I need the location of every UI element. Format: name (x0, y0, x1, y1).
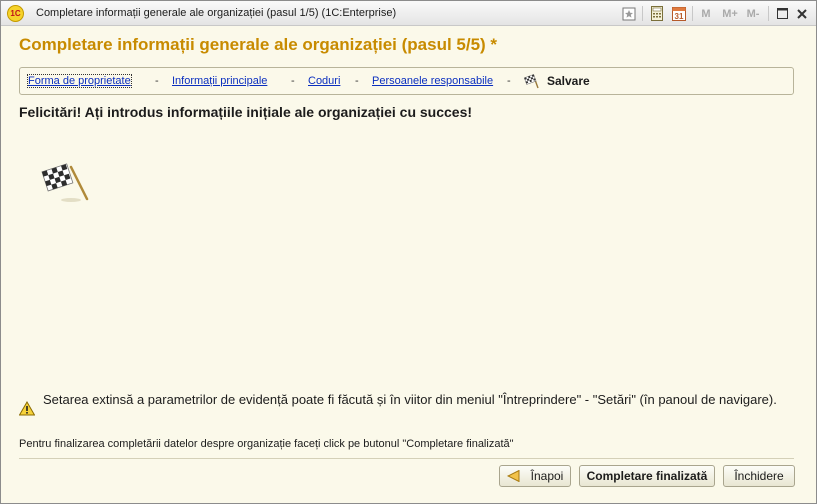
finish-button-label: Completare finalizată (586, 469, 708, 483)
step-link-responsible-persons[interactable]: Persoanele responsabile (372, 75, 493, 87)
main-window: 1C Completare informații generale ale or… (0, 0, 817, 504)
favorite-icon[interactable] (621, 5, 637, 22)
current-step-label: Salvare (547, 74, 590, 88)
1c-logo-icon[interactable]: 1C (7, 5, 24, 22)
window-title: Completare informații generale ale organ… (36, 7, 397, 19)
warning-icon (19, 401, 35, 416)
step-link-main-info[interactable]: Informații principale (172, 75, 267, 87)
calculator-icon[interactable] (649, 5, 665, 22)
toolbar-separator (642, 6, 643, 21)
step-link-codes[interactable]: Coduri (308, 75, 340, 87)
memory-subtract-button[interactable]: M- (743, 5, 763, 22)
toolbar-separator (692, 6, 693, 21)
step-separator: - (507, 75, 511, 87)
checkered-flag-icon (523, 74, 539, 89)
step-separator: - (291, 75, 295, 87)
calendar-icon[interactable]: 31 (671, 5, 687, 22)
close-button[interactable]: Închidere (723, 465, 795, 487)
step-link-ownership-form[interactable]: Forma de proprietate (27, 74, 132, 88)
warning-message: Setarea extinsă a parametrilor de eviden… (43, 392, 777, 407)
back-arrow-icon (506, 470, 520, 482)
footer-divider (19, 458, 794, 459)
checkered-flag-icon (41, 163, 89, 202)
close-icon[interactable] (795, 5, 809, 22)
step-separator: - (155, 75, 159, 87)
congratulations-message: Felicitări! Ați introdus informațiile in… (19, 104, 473, 120)
close-button-label: Închidere (734, 469, 784, 483)
page-title: Completare informații generale ale organ… (19, 35, 498, 54)
back-button-label: Înapoi (530, 469, 564, 483)
finish-button[interactable]: Completare finalizată (579, 465, 715, 487)
calendar-day: 31 (675, 12, 684, 21)
toolbar-separator (768, 6, 769, 21)
back-button[interactable]: Înapoi (499, 465, 571, 487)
finish-hint: Pentru finalizarea completării datelor d… (19, 438, 514, 450)
memory-add-button[interactable]: M+ (720, 5, 740, 22)
memory-store-button[interactable]: M (699, 5, 713, 22)
steps-navigation: Forma de proprietate - Informații princi… (19, 67, 794, 95)
maximize-icon[interactable] (775, 5, 789, 22)
title-bar[interactable]: 1C Completare informații generale ale or… (1, 1, 816, 26)
step-separator: - (355, 75, 359, 87)
